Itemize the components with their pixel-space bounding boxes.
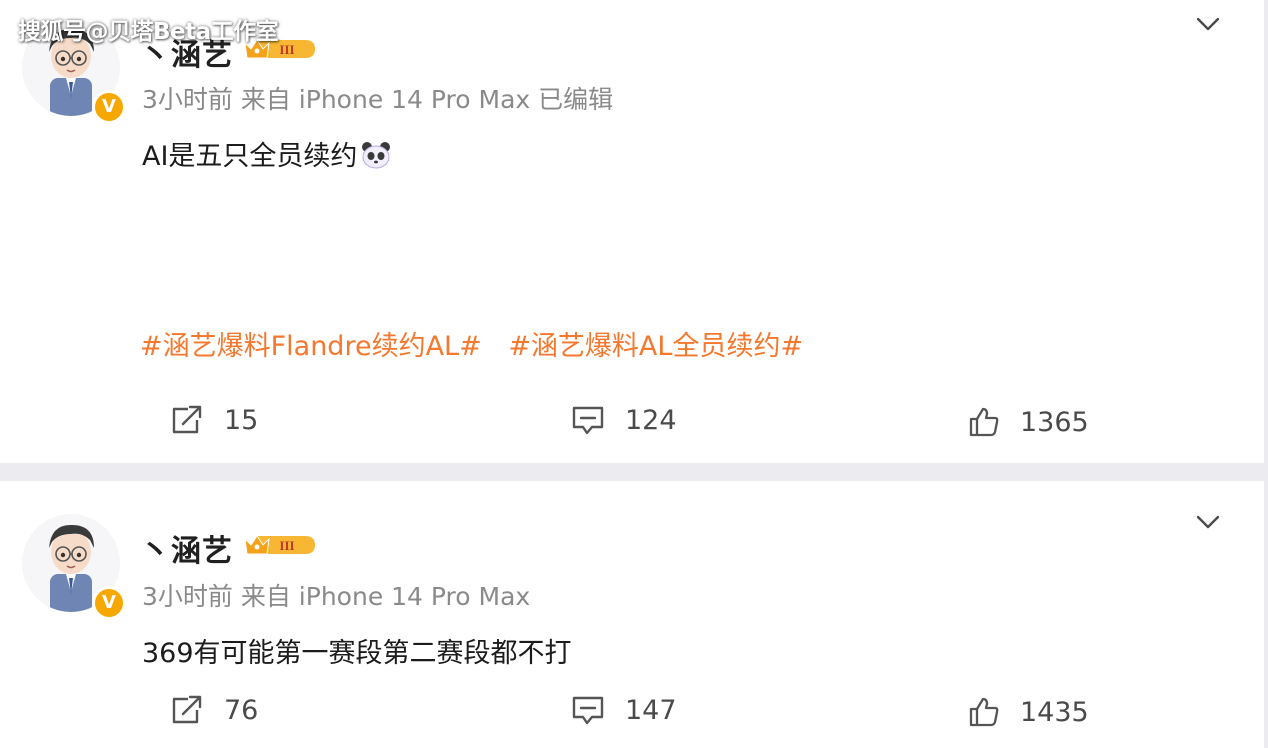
post-content: 369有可能第一赛段第二赛段都不打 — [142, 631, 572, 670]
chevron-down-icon[interactable] — [1195, 16, 1221, 32]
post-meta: 3小时前 来自 iPhone 14 Pro Max 已编辑 — [142, 80, 613, 116]
verified-badge: V — [92, 90, 126, 124]
comment-count: 124 — [625, 404, 677, 436]
comment-count: 147 — [625, 694, 677, 726]
like-button[interactable]: 1435 — [968, 696, 1089, 728]
like-count: 1365 — [1020, 406, 1089, 438]
weibo-post: V 丶涵艺 III 3小时前 来自 iPhone 14 Pro Max 369有… — [0, 481, 1264, 748]
repost-icon — [172, 695, 202, 724]
weibo-post: V 丶涵艺 III 3小时前 来自 iPhone 14 Pro Max 已编辑 … — [0, 0, 1264, 463]
post-text: 369有可能第一赛段第二赛段都不打 — [142, 638, 572, 669]
like-icon — [969, 697, 999, 727]
repost-icon — [172, 405, 202, 434]
like-icon — [969, 407, 999, 437]
comment-icon — [572, 406, 604, 435]
watermark: 搜狐号@贝塔Beta工作室 — [18, 19, 279, 45]
post-meta: 3小时前 来自 iPhone 14 Pro Max — [142, 577, 530, 613]
panda-emoji — [362, 142, 391, 169]
post-source: 来自 iPhone 14 Pro Max — [240, 85, 531, 114]
topic-tags: #涵艺爆料Flandre续约AL# #涵艺爆料AL全员续约# — [140, 324, 821, 363]
post-time: 3小时前 — [142, 85, 233, 114]
post-content: AI是五只全员续约 — [142, 134, 391, 173]
comment-button[interactable]: 124 — [571, 404, 677, 436]
like-button[interactable]: 1365 — [968, 406, 1089, 438]
svg-text:III: III — [279, 538, 294, 553]
topic-tag[interactable]: #涵艺爆料AL全员续约# — [508, 331, 803, 362]
username[interactable]: 丶涵艺 — [140, 526, 233, 570]
post-source: 来自 iPhone 14 Pro Max — [240, 582, 531, 611]
comment-icon — [572, 696, 604, 725]
comment-button[interactable]: 147 — [571, 694, 677, 726]
post-time: 3小时前 — [142, 582, 233, 611]
edited-label: 已编辑 — [538, 85, 614, 114]
vip-crown-badge: III — [244, 535, 315, 555]
svg-text:III: III — [279, 42, 294, 57]
repost-button[interactable]: 76 — [170, 694, 258, 726]
repost-button[interactable]: 15 — [170, 404, 258, 436]
like-count: 1435 — [1020, 696, 1089, 728]
topic-tag[interactable]: #涵艺爆料Flandre续约AL# — [140, 331, 482, 362]
verified-badge: V — [92, 586, 126, 620]
chevron-down-icon[interactable] — [1195, 514, 1221, 530]
repost-count: 15 — [224, 404, 259, 436]
repost-count: 76 — [224, 694, 259, 726]
post-text: AI是五只全员续约 — [142, 141, 358, 172]
